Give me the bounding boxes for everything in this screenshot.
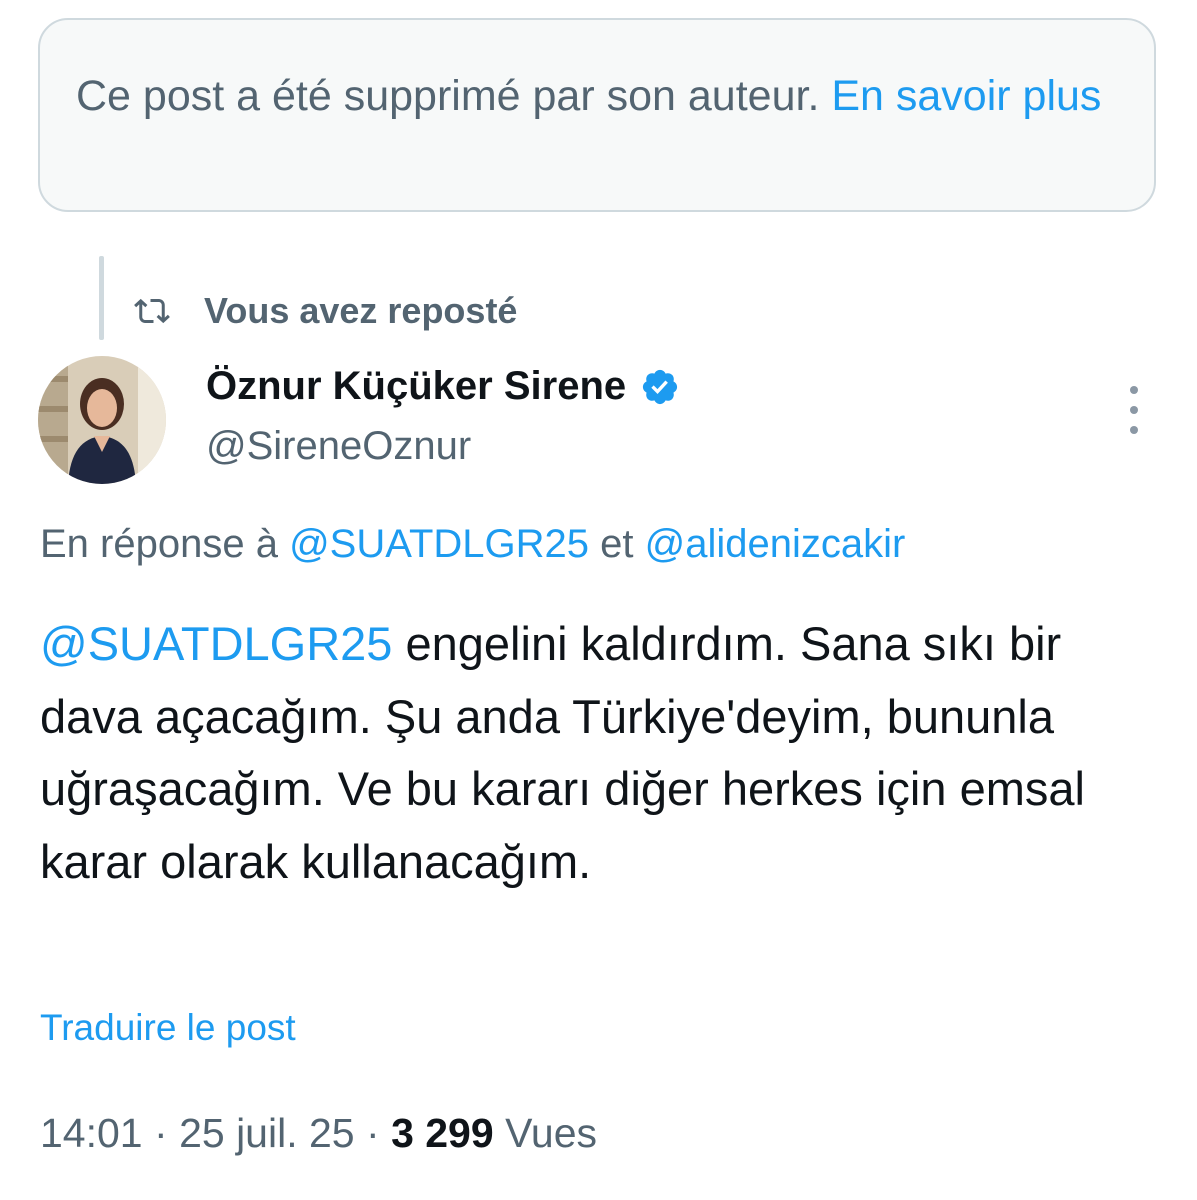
meta-separator: · [154, 1110, 168, 1156]
author-name-text: Öznur Küçüker Sirene [206, 364, 627, 408]
reply-context: En réponse à @SUATDLGR25 et @alidenizcak… [40, 522, 905, 567]
reply-conjunction: et [600, 522, 634, 566]
meta-separator: · [366, 1110, 380, 1156]
reply-mention-suatdlgr25[interactable]: @SUATDLGR25 [289, 522, 589, 566]
avatar[interactable] [38, 356, 166, 484]
more-dot-icon [1130, 386, 1138, 394]
more-dot-icon [1130, 426, 1138, 434]
reply-mention-alidenizcakir[interactable]: @alidenizcakir [645, 522, 906, 566]
deleted-post-notice: Ce post a été supprimé par son auteur. E… [38, 18, 1156, 212]
translate-post-link[interactable]: Traduire le post [40, 1007, 296, 1049]
views-count: 3 299 [391, 1110, 494, 1156]
author-handle[interactable]: @SireneOznur [206, 424, 471, 469]
post-date[interactable]: 25 juil. 25 [179, 1110, 355, 1156]
deleted-notice-message: Ce post a été supprimé par son auteur. [76, 72, 820, 120]
repost-header: Vous avez reposté [134, 286, 517, 336]
deleted-notice-text: Ce post a été supprimé par son auteur. E… [76, 64, 1118, 129]
more-dot-icon [1130, 406, 1138, 414]
author-name[interactable]: Öznur Küçüker Sirene [206, 364, 680, 409]
reply-prefix: En réponse à [40, 522, 278, 566]
post-metadata: 14:01 · 25 juil. 25 · 3 299 Vues [40, 1110, 597, 1157]
post-mention[interactable]: @SUATDLGR25 [40, 617, 392, 670]
avatar-image [38, 356, 166, 484]
post-time[interactable]: 14:01 [40, 1110, 143, 1156]
post-text: @SUATDLGR25 engelini kaldırdım. Sana sık… [40, 608, 1150, 898]
learn-more-link[interactable]: En savoir plus [831, 72, 1101, 120]
thread-connector-line [99, 256, 104, 340]
repost-label: Vous avez reposté [204, 290, 518, 331]
more-options-button[interactable] [1114, 386, 1154, 434]
verified-badge-icon [643, 369, 678, 404]
repost-icon [134, 298, 170, 324]
views-label: Vues [505, 1110, 598, 1156]
